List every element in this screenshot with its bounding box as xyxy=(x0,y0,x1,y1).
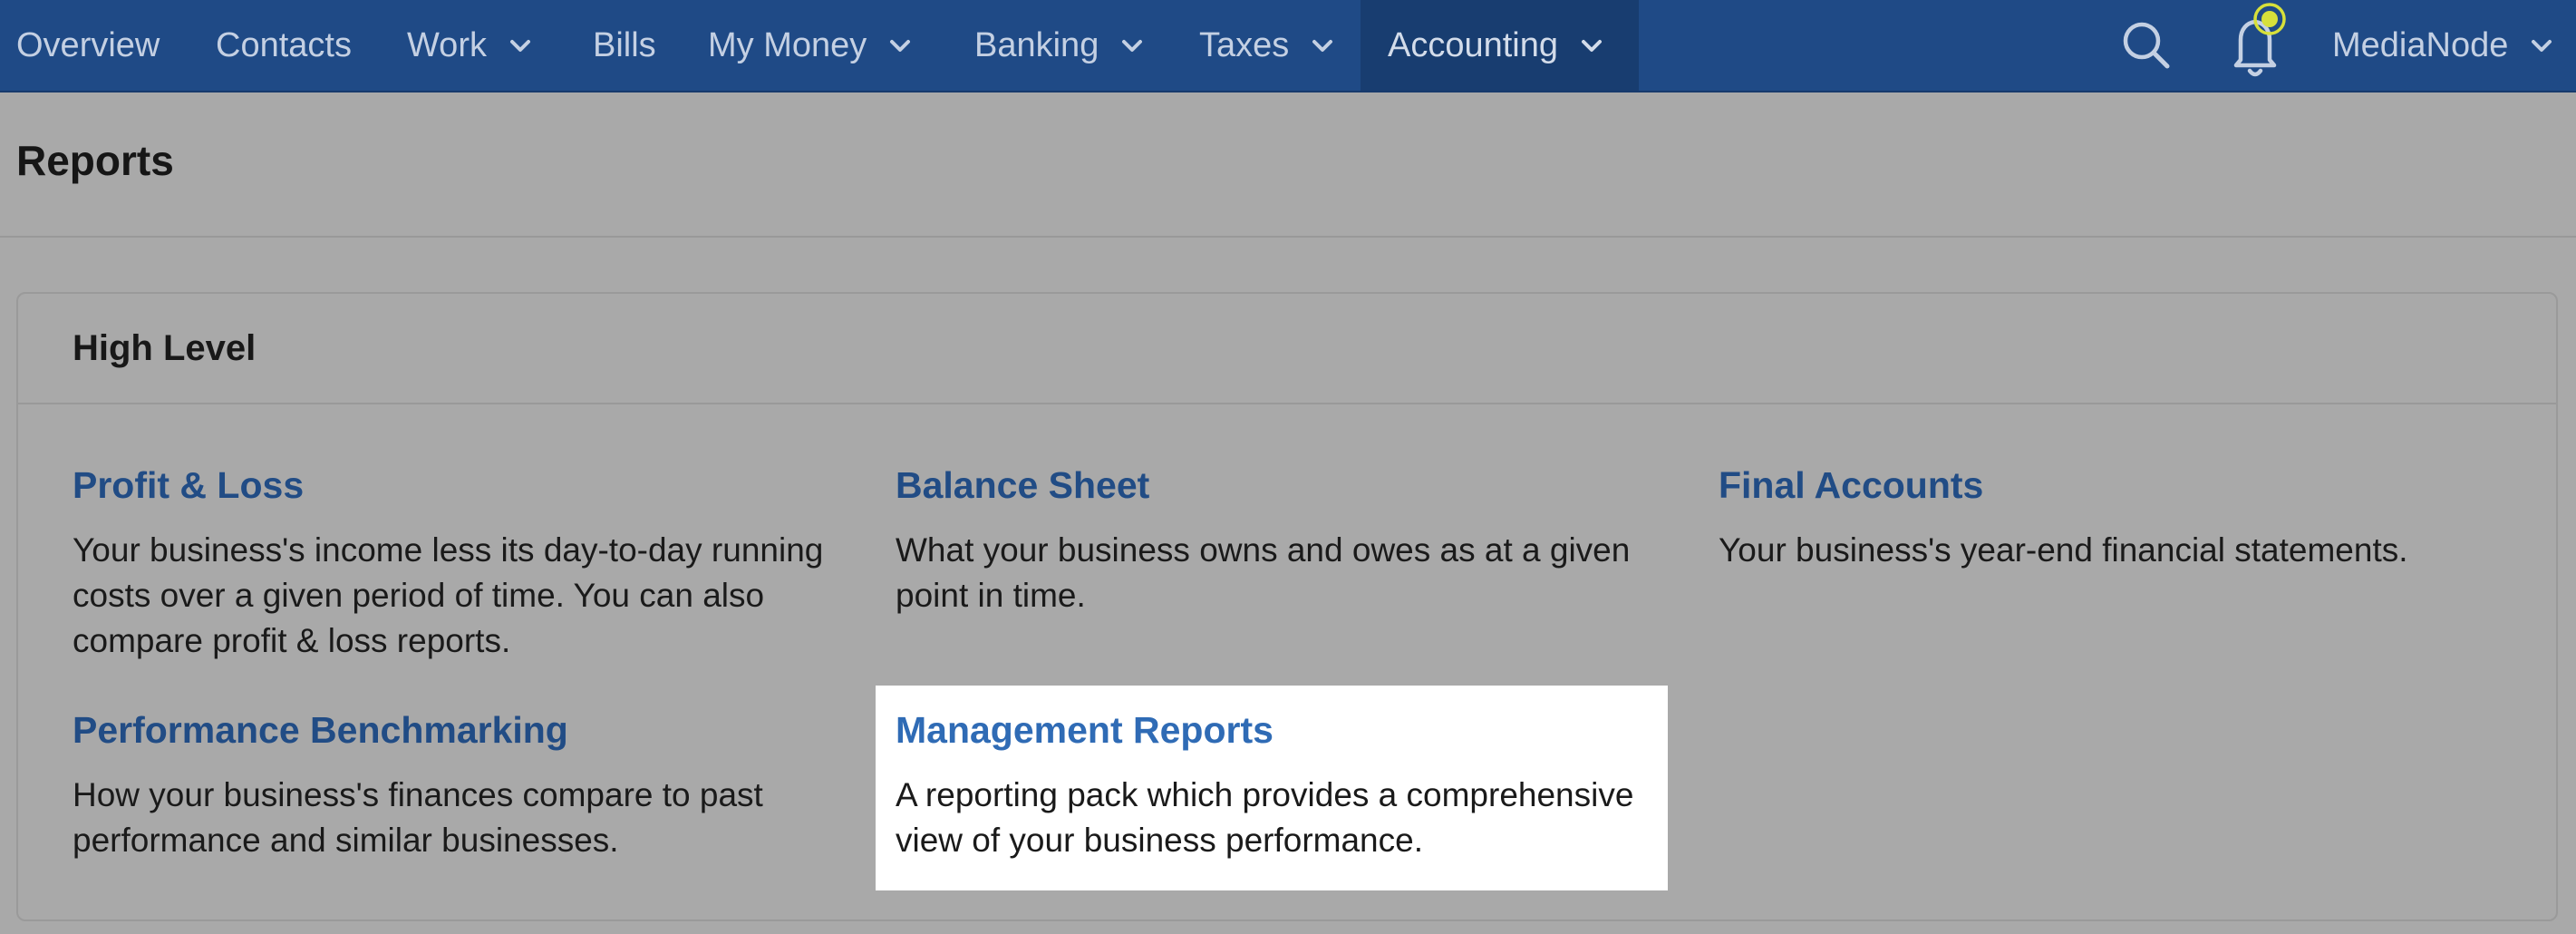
nav-item-my-money[interactable]: My Money xyxy=(708,0,917,91)
nav-item-contacts[interactable]: Contacts xyxy=(216,0,352,91)
report-link-performance-benchmarking[interactable]: Performance Benchmarking xyxy=(73,708,870,753)
account-name: MediaNode xyxy=(2332,25,2509,64)
nav-item-label: Banking xyxy=(974,25,1099,64)
report-description: How your business's finances compare to … xyxy=(73,773,870,863)
nav-item-label: My Money xyxy=(708,25,867,64)
report-description-line: view of your business performance. xyxy=(896,822,1423,860)
nav-item-label: Overview xyxy=(16,25,160,64)
nav-item-banking[interactable]: Banking xyxy=(974,0,1149,91)
report-description-line: Your business's income less its day-to-d… xyxy=(73,531,824,569)
chevron-down-icon xyxy=(1122,40,1143,52)
chevron-down-icon xyxy=(1312,40,1333,52)
nav-item-label: Contacts xyxy=(216,25,352,64)
report-description: Your business's year-end financial state… xyxy=(1719,528,2516,573)
notification-bell-icon xyxy=(2233,3,2286,77)
search-icon xyxy=(2123,22,2170,69)
report-description-line: point in time. xyxy=(896,577,1086,615)
top-navigation-bar: Overview Contacts Work Bills My Money Ba… xyxy=(0,0,2576,92)
report-description-line: performance and similar businesses. xyxy=(73,822,619,860)
high-level-reports-panel: High Level Profit & Loss Your business's… xyxy=(16,292,2558,921)
page-header: Reports xyxy=(0,92,2576,238)
report-card-profit-loss: Profit & Loss Your business's income les… xyxy=(73,463,870,664)
report-description-line: How your business's finances compare to … xyxy=(73,776,763,814)
nav-item-label: Work xyxy=(407,25,487,64)
chevron-down-icon xyxy=(2532,40,2552,52)
report-card-performance-benchmarking: Performance Benchmarking How your busine… xyxy=(73,708,870,863)
nav-item-label: Accounting xyxy=(1388,25,1559,64)
report-description-line: compare profit & loss reports. xyxy=(73,622,511,660)
chevron-down-icon xyxy=(1582,40,1603,52)
report-card-management-reports: Management Reports A reporting pack whic… xyxy=(876,686,1668,890)
report-description-line: A reporting pack which provides a compre… xyxy=(896,776,1634,814)
report-card-final-accounts: Final Accounts Your business's year-end … xyxy=(1719,463,2516,573)
nav-item-overview[interactable]: Overview xyxy=(16,0,160,91)
page-title: Reports xyxy=(16,137,174,184)
report-link-balance-sheet[interactable]: Balance Sheet xyxy=(896,463,1693,508)
chevron-down-icon xyxy=(509,40,530,52)
report-link-management-reports[interactable]: Management Reports xyxy=(896,708,1668,753)
report-description: Your business's income less its day-to-d… xyxy=(73,528,870,664)
nav-item-label: Taxes xyxy=(1199,25,1290,64)
report-link-profit-loss[interactable]: Profit & Loss xyxy=(73,463,870,508)
chevron-down-icon xyxy=(890,40,911,52)
notifications-button[interactable] xyxy=(2219,0,2295,91)
search-button[interactable] xyxy=(2114,0,2179,91)
nav-item-bills[interactable]: Bills xyxy=(593,0,656,91)
nav-item-work[interactable]: Work xyxy=(407,0,537,91)
report-description-line: costs over a given period of time. You c… xyxy=(73,577,765,615)
report-card-balance-sheet: Balance Sheet What your business owns an… xyxy=(896,463,1693,618)
account-menu[interactable]: MediaNode xyxy=(2332,0,2559,91)
report-description-line: What your business owns and owes as at a… xyxy=(896,531,1631,569)
nav-item-accounting[interactable]: Accounting xyxy=(1361,0,1639,91)
report-description: What your business owns and owes as at a… xyxy=(896,528,1693,618)
report-description-line: Your business's year-end financial state… xyxy=(1719,531,2408,569)
panel-header: High Level xyxy=(18,294,2556,404)
nav-item-label: Bills xyxy=(593,25,656,64)
nav-item-taxes[interactable]: Taxes xyxy=(1199,0,1340,91)
panel-title: High Level xyxy=(73,328,257,368)
report-link-final-accounts[interactable]: Final Accounts xyxy=(1719,463,2516,508)
report-description: A reporting pack which provides a compre… xyxy=(896,773,1668,863)
